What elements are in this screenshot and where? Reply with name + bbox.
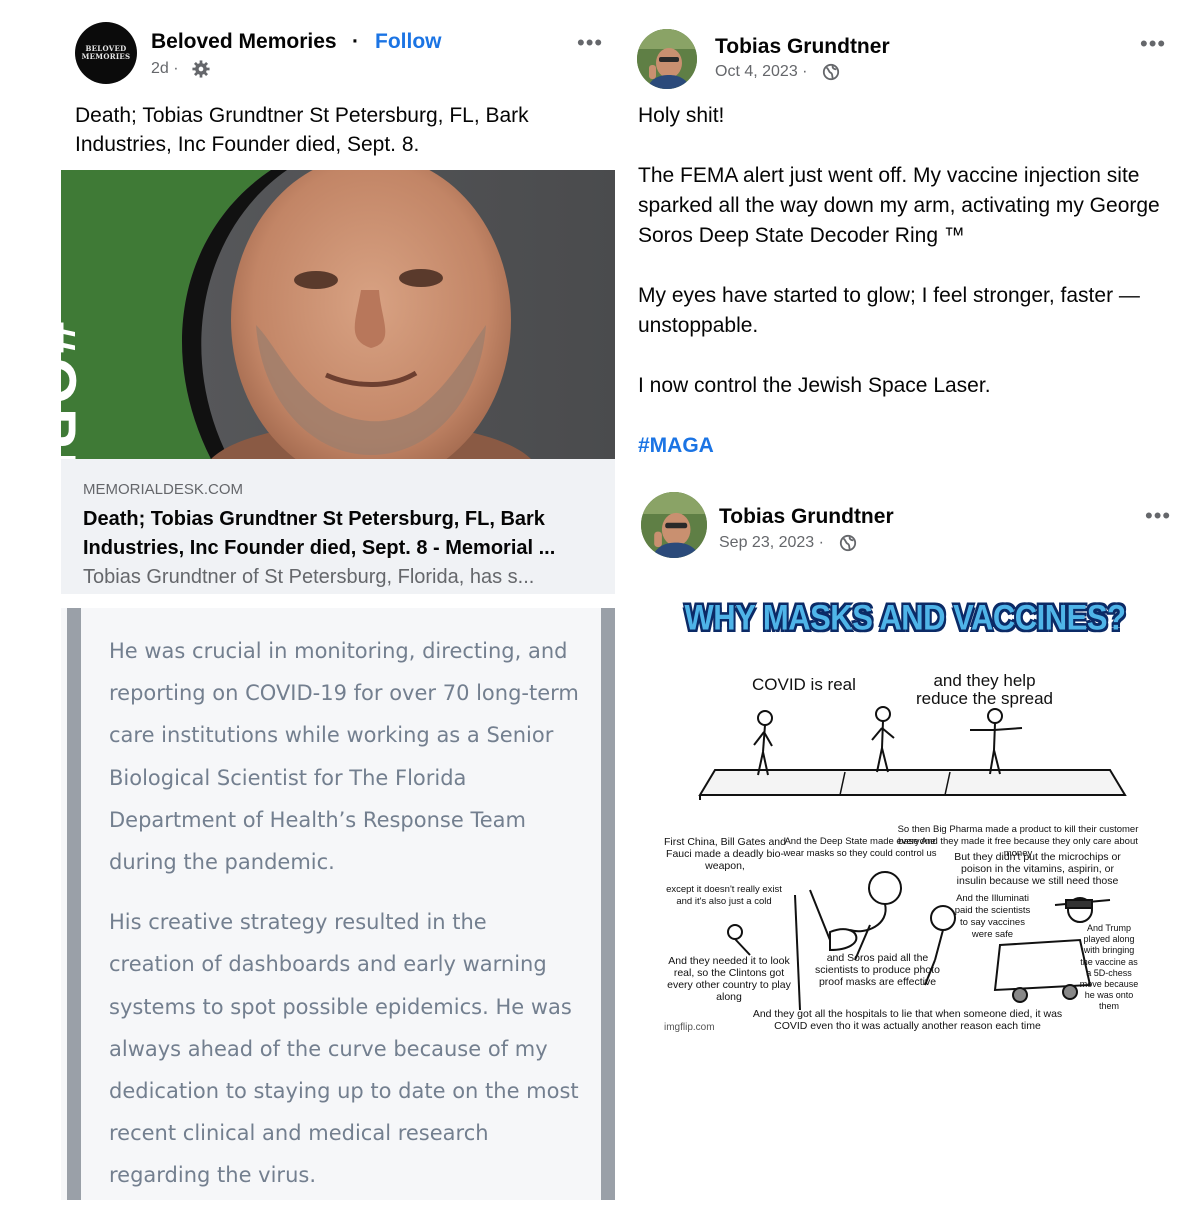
gear-icon <box>192 60 210 78</box>
meme-title: WHY MASKS AND VACCINES? <box>684 597 1126 638</box>
avatar-photo <box>637 29 697 89</box>
image-overlay-hashtag: #OPE <box>61 320 88 459</box>
avatar-logo-text: BELOVED MEMORIES <box>81 44 131 61</box>
post-timestamp[interactable]: Oct 4, 2023 · <box>715 63 808 81</box>
page-name-link[interactable]: Beloved Memories <box>151 30 337 54</box>
more-options-icon[interactable]: ••• <box>1145 503 1171 529</box>
post-text: Death; Tobias Grundtner St Petersburg, F… <box>75 104 529 156</box>
post-text: Holy shit! The FEMA alert just went off.… <box>638 101 1178 491</box>
link-preview-card[interactable]: MEMORIALDESK.COM Death; Tobias Grundtner… <box>61 459 615 594</box>
post-timestamp[interactable]: 2d · <box>151 60 179 78</box>
quote-paragraph: His creative strategy resulted in the cr… <box>109 910 579 1188</box>
meme-text: except it doesn't really exist and it's … <box>666 884 782 907</box>
post-timestamp[interactable]: Sep 23, 2023 · <box>719 534 824 552</box>
name-separator: · <box>352 30 359 53</box>
globe-icon <box>822 63 840 81</box>
meme-text: And the Illuminati paid the scientists t… <box>954 893 1031 940</box>
post-paragraph: I now control the Jewish Space Laser. <box>638 374 991 397</box>
meme-text: And they got all the hospitals to lie th… <box>752 1008 1063 1032</box>
author-name-link[interactable]: Tobias Grundtner <box>719 505 894 529</box>
quote-border-right <box>601 608 615 1200</box>
meme-text: And they needed it to look real, so the … <box>667 955 791 1003</box>
meme-caption-right-line: and they help <box>933 671 1036 690</box>
globe-icon <box>839 534 857 552</box>
post-paragraph: My eyes have started to glow; I feel str… <box>638 284 1140 337</box>
portrait-photo <box>61 170 615 459</box>
meme-text: But they didn't put the microchips or po… <box>954 851 1121 887</box>
link-title-line-2: Industries, Inc Founder died, Sept. 8 - … <box>83 537 556 559</box>
post-paragraph: Holy shit! <box>638 104 725 127</box>
quote-text: He was crucial in monitoring, directing,… <box>109 630 579 1215</box>
more-options-icon[interactable]: ••• <box>1140 31 1166 57</box>
meme-caption-left: COVID is real <box>752 675 856 694</box>
author-avatar[interactable] <box>637 29 697 89</box>
meme-text: First China, Bill Gates and Fauci made a… <box>664 836 786 872</box>
meme-text: and Soros paid all the scientists to pro… <box>815 952 940 988</box>
avatar-photo <box>641 492 707 558</box>
follow-button[interactable]: Follow <box>375 30 442 54</box>
meme-watermark: imgflip.com <box>664 1022 715 1033</box>
author-avatar[interactable] <box>641 492 707 558</box>
link-domain: MEMORIALDESK.COM <box>83 481 244 498</box>
link-preview-image[interactable]: #OPE <box>61 170 615 459</box>
link-description: Tobias Grundtner of St Petersburg, Flori… <box>83 566 535 588</box>
quote-paragraph: He was crucial in monitoring, directing,… <box>109 639 579 875</box>
post-paragraph: The FEMA alert just went off. My vaccine… <box>638 164 1160 247</box>
quote-border-left <box>67 608 81 1200</box>
author-name-link[interactable]: Tobias Grundtner <box>715 35 890 59</box>
link-title-line-1: Death; Tobias Grundtner St Petersburg, F… <box>83 508 545 530</box>
more-options-icon[interactable]: ••• <box>577 30 603 56</box>
page-avatar[interactable]: BELOVED MEMORIES <box>75 22 137 84</box>
link-title: Death; Tobias Grundtner St Petersburg, F… <box>83 505 603 563</box>
hashtag-link[interactable]: #MAGA <box>638 434 714 457</box>
meme-text: And Trump played along with bringing the… <box>1079 923 1139 1012</box>
